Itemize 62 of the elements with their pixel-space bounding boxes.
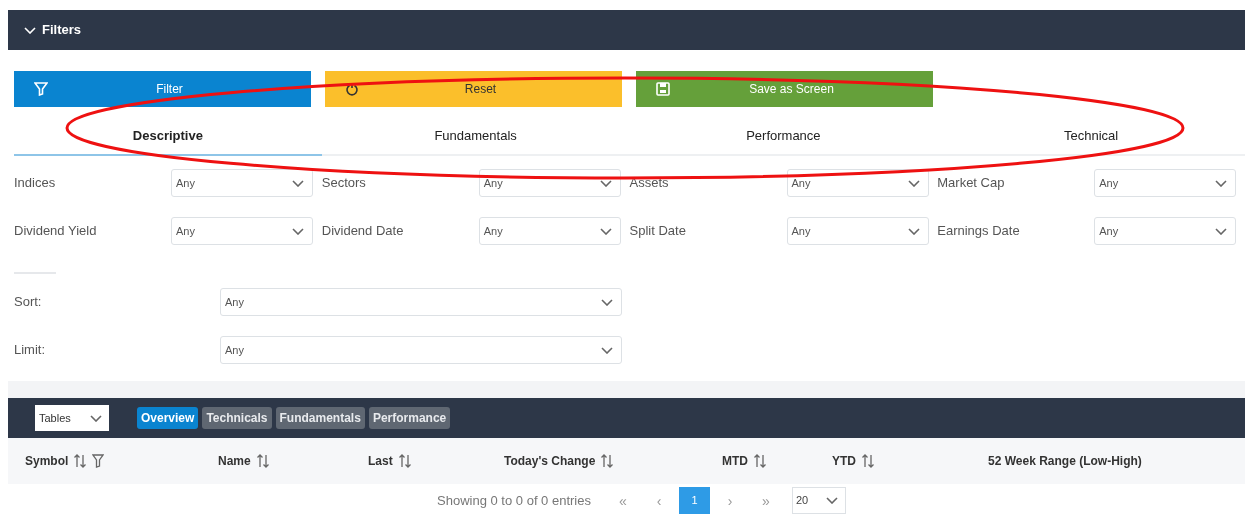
chevron-down-icon (292, 227, 304, 235)
chevron-down-icon (825, 497, 838, 504)
filter-label: Dividend Yield (14, 222, 98, 241)
filter-label: Earnings Date (937, 222, 1021, 241)
column-header[interactable]: Symbol (25, 452, 218, 470)
sort-icon (601, 454, 614, 468)
filter-label: Sectors (321, 174, 367, 193)
select-field[interactable]: Any (220, 336, 622, 364)
filter-label: Market Cap (937, 174, 1006, 193)
sort-icon (256, 454, 269, 468)
chevron-down-icon (90, 414, 102, 422)
sort-icon (754, 454, 766, 468)
reset-button[interactable]: Reset (325, 71, 622, 107)
chevron-down-icon (599, 227, 612, 235)
chevron-down-icon (601, 298, 613, 306)
chevron-down-icon (601, 346, 613, 354)
select-field[interactable]: Any (1094, 169, 1237, 197)
filter-label: Limit: (14, 341, 47, 360)
chevron-down-icon (1215, 227, 1228, 235)
panel-header[interactable]: Filters (8, 10, 1245, 50)
tab[interactable]: Technical (937, 117, 1245, 156)
select-field[interactable]: Any (478, 217, 621, 245)
filter-label: Indices (14, 174, 57, 193)
select-field[interactable]: Any (478, 169, 621, 197)
select-field[interactable]: Any (171, 169, 313, 197)
sort-icon (862, 454, 874, 468)
filter-label: Split Date (629, 222, 687, 241)
chevron-down-icon (1215, 179, 1228, 187)
chevron-down-icon (292, 179, 304, 187)
entries-summary: Showing 0 to 0 of 0 entries (437, 491, 591, 510)
column-header[interactable]: Today's Change (504, 452, 722, 470)
tab[interactable]: Fundamentals (321, 117, 630, 156)
view-tab[interactable]: Fundamentals (275, 407, 365, 429)
chevron-down-icon (907, 179, 920, 187)
column-header[interactable]: Name (218, 452, 368, 470)
column-header[interactable]: Last (368, 452, 504, 470)
chevron-down-icon (907, 227, 920, 235)
column-header[interactable]: YTD (832, 452, 988, 470)
sort-icon (398, 454, 411, 468)
select-field[interactable]: 20 (791, 487, 846, 514)
select-field[interactable]: Any (786, 169, 929, 197)
select-field[interactable]: Any (171, 217, 313, 245)
filter-label: Sort: (14, 293, 43, 312)
chevron-down-icon (599, 179, 612, 187)
panel-title: Filters (42, 21, 81, 40)
funnel-icon (34, 82, 48, 96)
select-field[interactable]: Any (220, 288, 622, 316)
view-tab[interactable]: Technicals (202, 407, 272, 429)
select-field[interactable]: Tables (35, 405, 109, 431)
view-tab[interactable]: Overview (137, 407, 199, 429)
column-header[interactable]: 52 Week Range (Low-High) (988, 452, 1248, 470)
filter-button[interactable]: Filter (14, 71, 311, 107)
tab[interactable]: Descriptive (14, 117, 322, 156)
sort-icon (74, 454, 87, 468)
select-field[interactable]: Any (786, 217, 929, 245)
select-field[interactable]: Any (1094, 217, 1237, 245)
tab[interactable]: Performance (629, 117, 938, 156)
view-tab[interactable]: Performance (368, 407, 451, 429)
filter-label: Dividend Date (321, 222, 405, 241)
funnel-icon (92, 454, 105, 468)
filter-label: Assets (629, 174, 670, 193)
column-header[interactable]: MTD (722, 452, 832, 470)
